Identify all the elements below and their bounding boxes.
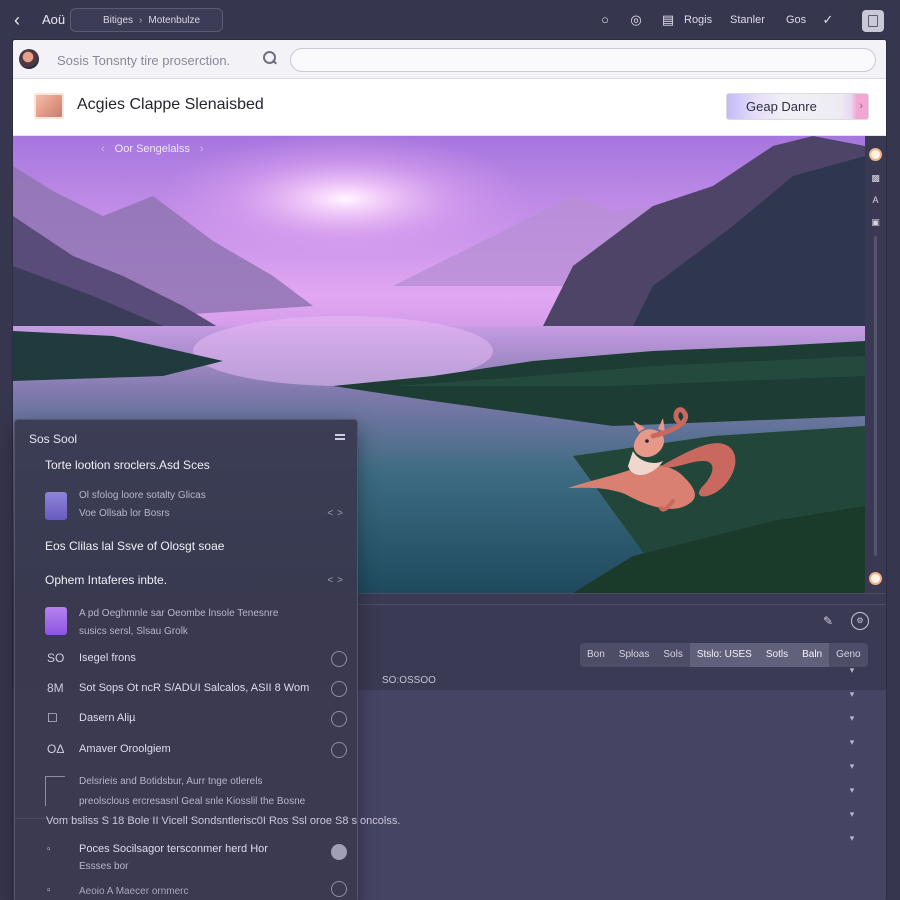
circle-icon[interactable]: ○	[597, 12, 613, 28]
arrow-down-icon[interactable]: ▾	[845, 665, 859, 689]
segment[interactable]: Geno	[829, 643, 867, 667]
document-icon[interactable]: ▤	[660, 12, 676, 28]
settings-icon[interactable]: ⚙	[851, 612, 869, 630]
radio-button[interactable]	[331, 681, 347, 697]
segment[interactable]: Sotls	[758, 643, 796, 667]
pencil-icon[interactable]: ✎	[823, 614, 833, 628]
record-icon[interactable]	[869, 148, 882, 161]
breadcrumb-separator-icon: ›	[139, 14, 143, 26]
page-header: Acgies Clappe Slenaisbed Geap Danre ›	[13, 79, 886, 136]
text-icon[interactable]: A	[869, 194, 882, 207]
option-label[interactable]: Amaver Oroolgiem	[79, 743, 171, 755]
hero-caption-text: Oor Sengelalss	[114, 143, 190, 155]
arrow-down-icon[interactable]: ▾	[845, 713, 859, 737]
nav-link[interactable]: Gos	[786, 14, 806, 26]
nav-link[interactable]: Stanler	[730, 14, 765, 26]
note-line: Delsrieis and Botidsbur, Aurr tnge otler…	[79, 776, 263, 787]
option-icon: SO	[47, 651, 65, 665]
segment[interactable]: Sols	[656, 643, 689, 667]
option-label[interactable]: Sot Sops Ot ncR S/ADUI Salcalos, ASII 8 …	[79, 682, 319, 694]
layers-icon[interactable]: ▩	[869, 172, 882, 185]
radio-button[interactable]	[331, 742, 347, 758]
option-icon: 8M	[47, 681, 64, 695]
radio-button[interactable]	[331, 881, 347, 897]
panel-section-heading: Eos Clilas lal Ssve of Olosgt soae	[45, 539, 225, 553]
breadcrumb-item[interactable]: Bitiges	[103, 15, 133, 26]
user-icon	[45, 492, 67, 520]
note-bracket-icon	[45, 776, 65, 806]
page-title: Acgies Clappe Slenaisbed	[77, 96, 264, 113]
option-sublabel: Essses bor	[79, 861, 129, 872]
thumbnail-image	[34, 93, 64, 119]
status-text: Vom bsliss S 18 Bole II Vicell Sondsntle…	[46, 815, 401, 827]
target-icon[interactable]: ◎	[628, 12, 644, 28]
option-icon: OΔ	[47, 742, 65, 756]
panel-title: Sos Sool	[29, 432, 78, 446]
toggle-switch[interactable]	[331, 844, 347, 860]
arrow-down-icon[interactable]: ▾	[845, 689, 859, 713]
arrow-down-icon[interactable]: ▾	[845, 809, 859, 833]
panel-section-heading: Ophem Intaferes inbte.	[45, 573, 168, 587]
scroll-arrows: ▾ ▾ ▾ ▾ ▾ ▾ ▾ ▾	[845, 665, 859, 857]
arrow-down-icon[interactable]: ▾	[845, 785, 859, 809]
search-input[interactable]	[290, 48, 876, 72]
list-item-line[interactable]: Ol sfolog loore sotalty Glicas	[79, 487, 329, 505]
option-label[interactable]: Poces Socilsagor tersconmer herd Hor	[79, 843, 268, 855]
arrow-down-icon[interactable]: ▾	[845, 737, 859, 761]
chevron-right-icon: ›	[859, 100, 863, 112]
document-icon	[45, 607, 67, 635]
search-placeholder: Sosis Tonsnty tire proserction.	[57, 53, 231, 68]
side-rail: ▩ A ▣	[865, 136, 886, 593]
search-icon[interactable]	[263, 51, 277, 65]
segment[interactable]: Bon	[580, 643, 612, 667]
app-logo-icon	[19, 49, 39, 69]
segmented-control[interactable]: Bon Sploas Sols Stslo: USES Sotls Baln G…	[580, 643, 868, 667]
option-label[interactable]: Aeoio A Maecer ornmerc	[79, 886, 189, 897]
list-item-line[interactable]: susics sersl, Slsau Grolk	[79, 623, 349, 641]
note-line: preolsclous ercresasnl Geal snle Kiossli…	[79, 796, 306, 807]
search-bar: Sosis Tonsnty tire proserction.	[13, 40, 886, 79]
back-chevron-icon[interactable]: ‹	[8, 10, 26, 30]
arrow-down-icon[interactable]: ▾	[845, 833, 859, 857]
segment[interactable]: Sploas	[612, 643, 657, 667]
option-label[interactable]: Isegel frons	[79, 652, 136, 664]
chevron-left-icon[interactable]: ‹	[101, 143, 105, 155]
list-item-line[interactable]: A pd Oeghmnle sar Oeombe lnsole Tenesnre	[79, 605, 349, 623]
radio-button[interactable]	[331, 711, 347, 727]
primary-action-label: Geap Danre	[746, 99, 817, 114]
check-icon[interactable]: ✓	[820, 12, 836, 28]
menu-icon[interactable]	[335, 432, 345, 442]
panel-section-heading: Torte lootion sroclers.Asd Sces	[45, 458, 210, 472]
segment[interactable]: Baln	[795, 643, 830, 667]
hero-caption: ‹ Oor Sengelalss ›	[101, 143, 204, 155]
primary-action-button[interactable]: Geap Danre ›	[726, 93, 869, 120]
top-bar: ‹ Aoü Bitiges › Motenbulze ○ ◎ ▤ Rogis S…	[0, 0, 900, 40]
segment-active[interactable]: Stslo: USES	[689, 643, 759, 667]
lock-icon[interactable]: ▣	[869, 216, 882, 229]
radio-button[interactable]	[331, 651, 347, 667]
arrow-down-icon[interactable]: ▾	[845, 761, 859, 785]
app-name: Aoü	[42, 12, 66, 27]
option-label[interactable]: Dasern Aliµ	[79, 712, 135, 724]
record-icon[interactable]	[869, 572, 882, 585]
chevron-expand-icon[interactable]: <>	[327, 508, 347, 519]
breadcrumb-item[interactable]: Motenbulze	[148, 15, 200, 26]
scrollbar[interactable]	[874, 236, 877, 556]
nav-link[interactable]: Rogis	[684, 14, 712, 26]
chevron-right-icon[interactable]: ›	[200, 143, 204, 155]
bullet-icon: ▫	[47, 844, 51, 855]
meta-text: SO:OSSOO	[382, 675, 436, 686]
breadcrumb[interactable]: Bitiges › Motenbulze	[70, 8, 223, 32]
bullet-icon: ▫	[47, 885, 51, 896]
list-item-line[interactable]: Voe Ollsab lor Bosrs	[79, 505, 329, 523]
settings-panel: Sos Sool Torte lootion sroclers.Asd Sces…	[14, 419, 359, 900]
chevron-expand-icon[interactable]: <>	[327, 575, 347, 586]
option-icon: ☐	[47, 711, 58, 725]
window-toggle-button[interactable]	[862, 10, 884, 32]
